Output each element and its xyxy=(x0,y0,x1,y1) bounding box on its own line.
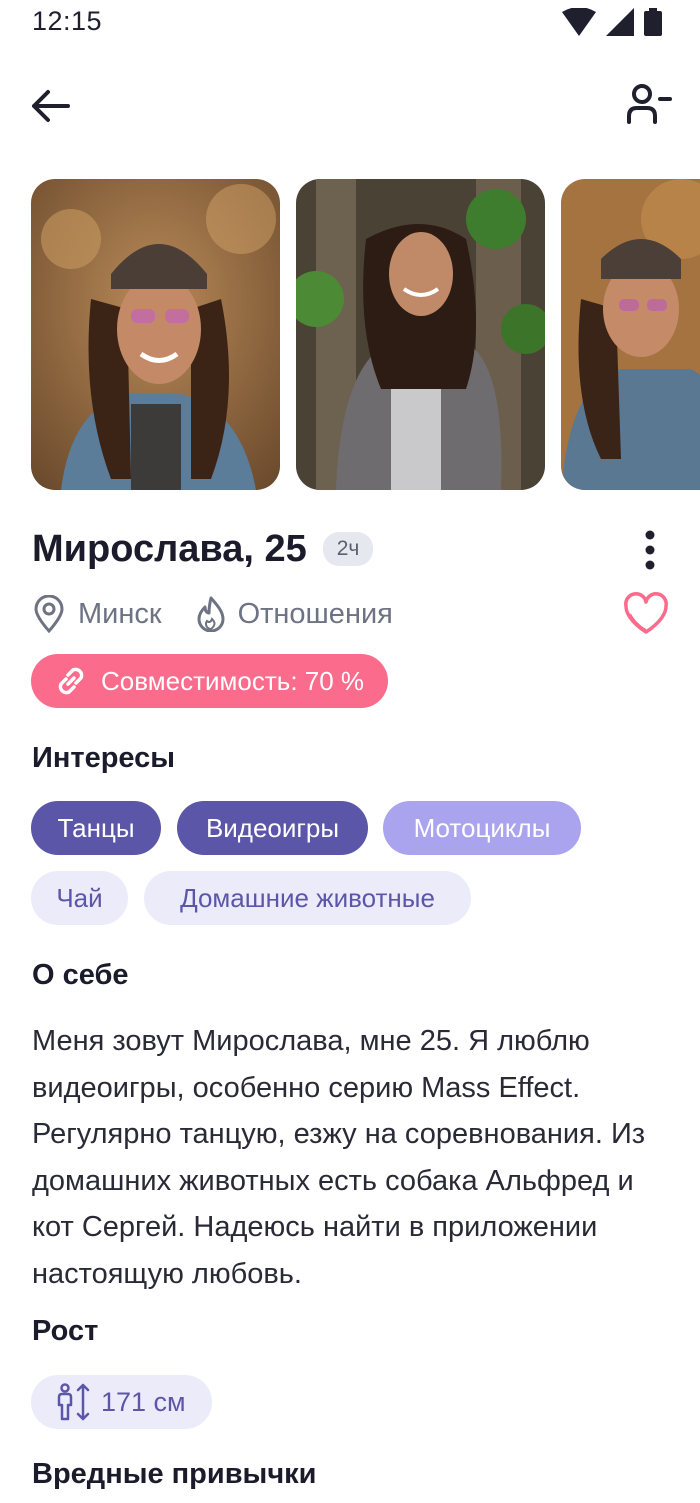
profile-photo[interactable] xyxy=(31,179,280,490)
goal-label: Отношения xyxy=(237,597,393,630)
about-title: О себе xyxy=(32,959,129,991)
location: Минск xyxy=(32,595,162,633)
more-button[interactable] xyxy=(632,528,668,572)
user-minus-icon xyxy=(627,84,672,124)
link-icon xyxy=(58,667,84,695)
relationship-goal: Отношения xyxy=(196,596,393,632)
height-value: 171 см xyxy=(101,1386,186,1417)
remove-user-button[interactable] xyxy=(626,82,672,128)
wifi-icon xyxy=(562,8,596,36)
status-bar: 12:15 xyxy=(0,0,700,46)
interest-chip[interactable]: Видеоигры xyxy=(177,801,368,855)
interests-title: Интересы xyxy=(32,742,176,774)
compatibility-label: Совместимость: 70 % xyxy=(101,665,365,696)
interest-chip[interactable]: Танцы xyxy=(31,801,161,855)
interest-chip[interactable]: Мотоциклы xyxy=(383,801,581,855)
profile-name: Мирослава, 25 xyxy=(32,527,307,570)
city-label: Минск xyxy=(78,597,162,630)
height-title: Рост xyxy=(32,1315,99,1347)
profile-photo[interactable] xyxy=(561,179,700,490)
profile-photo[interactable] xyxy=(296,179,545,490)
interest-chip[interactable]: Чай xyxy=(31,871,128,925)
more-vertical-icon xyxy=(645,530,655,570)
habits-title: Вредные привычки xyxy=(32,1458,317,1490)
name-row: Мирослава, 25 2ч xyxy=(32,524,374,574)
profile-meta: Минск Отношения xyxy=(32,590,427,638)
status-time: 12:15 xyxy=(32,6,103,36)
like-button[interactable] xyxy=(622,590,670,638)
photo-gallery[interactable] xyxy=(31,179,700,490)
last-seen-badge: 2ч xyxy=(322,532,374,566)
status-icons xyxy=(562,8,662,36)
heart-icon xyxy=(624,592,668,634)
arrow-left-icon xyxy=(32,90,70,122)
location-pin-icon xyxy=(34,595,64,633)
height-chip: 171 см xyxy=(31,1375,212,1429)
compatibility-badge: Совместимость: 70 % xyxy=(31,654,389,708)
person-height-icon xyxy=(57,1383,90,1421)
signal-icon xyxy=(606,8,634,36)
about-text: Меня зовут Мирослава, мне 25. Я люблю ви… xyxy=(32,1025,646,1290)
back-button[interactable] xyxy=(28,84,72,128)
interest-chip[interactable]: Домашние животные xyxy=(144,871,471,925)
battery-icon xyxy=(644,8,662,36)
top-bar xyxy=(0,70,700,140)
flame-icon xyxy=(197,596,225,632)
